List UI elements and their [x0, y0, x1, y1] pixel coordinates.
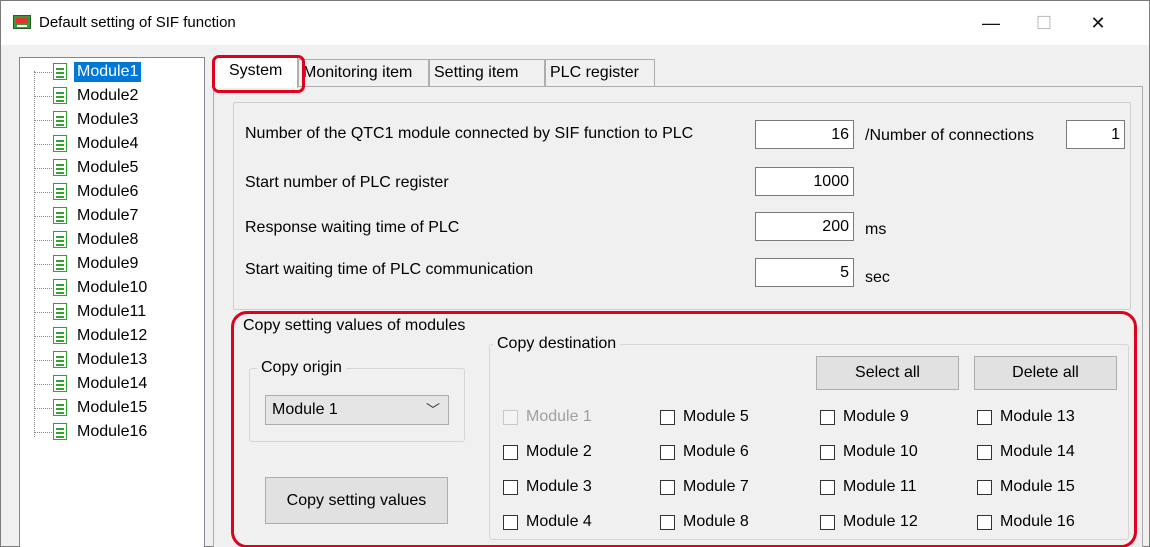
document-icon — [53, 159, 67, 176]
tree-item-label: Module6 — [77, 183, 139, 200]
document-icon — [53, 375, 67, 392]
tree-item-module15[interactable]: Module15 — [20, 396, 204, 420]
document-icon — [53, 255, 67, 272]
tree-item-module12[interactable]: Module12 — [20, 324, 204, 348]
tree-item-module8[interactable]: Module8 — [20, 228, 204, 252]
document-icon — [53, 327, 67, 344]
close-button[interactable]: ✕ — [1075, 1, 1121, 45]
document-icon — [53, 135, 67, 152]
document-icon — [53, 87, 67, 104]
tab-highlight-callout — [212, 55, 305, 93]
tree-item-label: Module1 — [74, 62, 142, 82]
tree-item-label: Module10 — [77, 279, 148, 296]
tree-item-module5[interactable]: Module5 — [20, 156, 204, 180]
tree-item-module13[interactable]: Module13 — [20, 348, 204, 372]
copy-group-title: Copy setting values of modules — [239, 317, 470, 335]
tab-monitoring-item[interactable]: Monitoring item — [298, 59, 429, 86]
document-icon — [53, 279, 67, 296]
start-wait-label: Start waiting time of PLC communication — [245, 261, 534, 278]
document-icon — [53, 351, 67, 368]
tree-item-label: Module4 — [77, 135, 139, 152]
tree-item-module2[interactable]: Module2 — [20, 84, 204, 108]
tree-item-module4[interactable]: Module4 — [20, 132, 204, 156]
document-icon — [53, 423, 67, 440]
module-tree[interactable]: Module1 Module2 Module3 Module4 Module5 … — [19, 57, 205, 547]
window-title: Default setting of SIF function — [39, 14, 236, 31]
response-wait-field[interactable]: 200 — [755, 212, 854, 241]
document-icon — [53, 399, 67, 416]
modules-connected-field[interactable]: 16 — [755, 120, 854, 149]
tree-item-label: Module7 — [77, 207, 139, 224]
tree-item-label: Module14 — [77, 375, 148, 392]
modules-connected-label: Number of the QTC1 module connected by S… — [245, 125, 694, 142]
maximize-button[interactable]: ☐ — [1021, 1, 1067, 45]
tree-item-module6[interactable]: Module6 — [20, 180, 204, 204]
tree-item-label: Module2 — [77, 87, 139, 104]
document-icon — [53, 303, 67, 320]
document-icon — [53, 207, 67, 224]
connections-label: /Number of connections — [865, 127, 1034, 144]
start-register-field[interactable]: 1000 — [755, 167, 854, 196]
tree-item-label: Module15 — [77, 399, 148, 416]
start-wait-field[interactable]: 5 — [755, 258, 854, 287]
tree-item-module1[interactable]: Module1 — [20, 60, 204, 84]
app-icon — [13, 15, 31, 29]
tree-item-label: Module12 — [77, 327, 148, 344]
tab-setting-item[interactable]: Setting item — [429, 59, 545, 86]
tree-item-label: Module13 — [77, 351, 148, 368]
tree-item-module9[interactable]: Module9 — [20, 252, 204, 276]
document-icon — [53, 111, 67, 128]
tree-item-module11[interactable]: Module11 — [20, 300, 204, 324]
sif-settings-window: Default setting of SIF function — ☐ ✕ Mo… — [0, 0, 1150, 547]
response-wait-label: Response waiting time of PLC — [245, 219, 460, 236]
title-bar: Default setting of SIF function — ☐ ✕ — [1, 1, 1149, 45]
tree-item-label: Module16 — [77, 423, 148, 440]
connections-field[interactable]: 1 — [1066, 120, 1125, 149]
tree-item-module3[interactable]: Module3 — [20, 108, 204, 132]
document-icon — [53, 231, 67, 248]
tree-item-module7[interactable]: Module7 — [20, 204, 204, 228]
document-icon — [53, 63, 67, 80]
tree-item-label: Module9 — [77, 255, 139, 272]
copy-section-highlight-callout — [231, 311, 1137, 547]
tree-item-label: Module5 — [77, 159, 139, 176]
document-icon — [53, 183, 67, 200]
tree-item-module14[interactable]: Module14 — [20, 372, 204, 396]
start-register-label: Start number of PLC register — [245, 174, 449, 191]
tree-item-label: Module8 — [77, 231, 139, 248]
tree-item-module10[interactable]: Module10 — [20, 276, 204, 300]
start-wait-unit: sec — [865, 269, 890, 286]
tree-item-label: Module3 — [77, 111, 139, 128]
tree-item-label: Module11 — [77, 303, 147, 320]
minimize-button[interactable]: — — [968, 1, 1014, 45]
tree-item-module16[interactable]: Module16 — [20, 420, 204, 444]
tab-plc-register[interactable]: PLC register — [545, 59, 655, 86]
response-wait-unit: ms — [865, 221, 887, 238]
